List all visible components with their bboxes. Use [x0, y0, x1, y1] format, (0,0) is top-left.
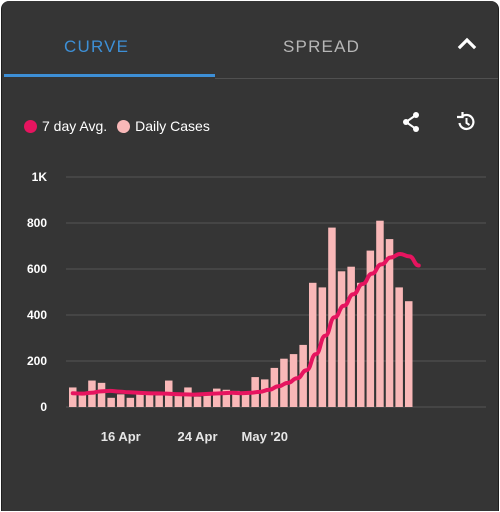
legend-swatch-avg	[24, 119, 37, 133]
bar-daily-cases-25	[309, 282, 317, 407]
legend-swatch-daily	[117, 119, 131, 133]
bar-daily-cases-32	[376, 220, 384, 407]
chart-card: CURVE SPREAD 7 day Avg. Daily Cases 0 20…	[1, 1, 499, 511]
bar-daily-cases-5	[117, 394, 125, 407]
y-tick-label-4: 800	[27, 216, 47, 230]
bar-daily-cases-14	[203, 395, 211, 407]
y-tick-label-3: 600	[27, 262, 47, 276]
bar-daily-cases-13	[193, 396, 202, 407]
bar-daily-cases-7	[136, 393, 144, 407]
x-axis: 16 Apr 24 Apr May '20	[101, 429, 288, 444]
bar-daily-cases-3	[97, 382, 106, 407]
bar-daily-cases-34	[395, 287, 403, 407]
y-tick-label-1: 200	[27, 354, 47, 368]
x-tick-label-2: May '20	[242, 429, 288, 444]
bar-daily-cases-6	[126, 397, 135, 407]
chevron-up-icon[interactable]	[454, 31, 480, 57]
bar-daily-cases-0	[69, 387, 77, 407]
bar-daily-cases-29	[347, 266, 355, 407]
bar-daily-cases-28	[337, 271, 346, 407]
bar-daily-cases-12	[184, 387, 192, 407]
legend-label-daily: Daily Cases	[135, 118, 210, 134]
history-icon[interactable]	[454, 110, 478, 134]
bar-daily-cases-35	[405, 301, 413, 407]
chart-legend: 7 day Avg. Daily Cases	[24, 115, 220, 137]
bar-daily-cases-11	[174, 395, 183, 407]
bar-daily-cases-33	[385, 239, 394, 407]
tab-curve[interactable]: CURVE	[64, 37, 129, 57]
tab-divider	[215, 78, 498, 79]
bar-daily-cases-30	[357, 282, 365, 407]
daily-cases-chart: 0 200 400 600 800 1K 16 Apr 24 Apr May '20	[27, 170, 486, 444]
y-tick-label-0: 0	[40, 400, 47, 414]
y-tick-label-5: 1K	[32, 170, 48, 184]
y-tick-label-2: 400	[27, 308, 47, 322]
x-tick-label-0: 16 Apr	[101, 429, 141, 444]
share-icon[interactable]	[399, 110, 423, 134]
tab-spread[interactable]: SPREAD	[283, 37, 360, 57]
active-tab-indicator	[4, 74, 215, 77]
bar-daily-cases-18	[241, 393, 250, 407]
legend-item-daily: Daily Cases	[117, 118, 210, 134]
legend-item-avg: 7 day Avg.	[24, 118, 107, 134]
legend-label-avg: 7 day Avg.	[42, 118, 108, 134]
bar-daily-cases-9	[155, 395, 163, 407]
y-axis: 0 200 400 600 800 1K	[27, 170, 47, 414]
bar-daily-cases-4	[107, 397, 115, 407]
bar-series	[69, 220, 413, 407]
x-tick-label-1: 24 Apr	[178, 429, 218, 444]
